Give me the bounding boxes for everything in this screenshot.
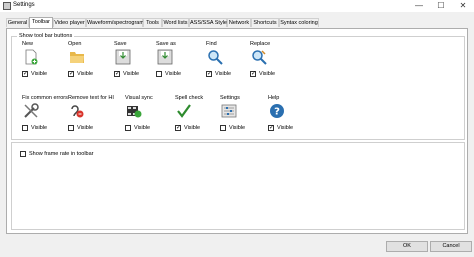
visual-sync-icon xyxy=(127,106,142,118)
checkbox-label: Visible xyxy=(77,125,94,131)
tab-tools[interactable]: Tools xyxy=(143,18,162,27)
minimize-button[interactable]: — xyxy=(408,0,430,12)
tool-label: Fix common errors xyxy=(22,95,68,101)
checkbox-label: Visible xyxy=(229,125,246,131)
tab-ass-ssa-style[interactable]: ASS/SSA Style xyxy=(189,18,227,27)
tab-shortcuts[interactable]: Shortcuts xyxy=(251,18,279,27)
checkbox-label: Visible xyxy=(277,125,294,131)
toolbar-buttons-group: Show tool bar buttons New ✓ Visible Open… xyxy=(11,33,465,140)
tool-label: Help xyxy=(268,95,280,101)
checkbox-help-visible[interactable]: ✓ xyxy=(268,125,274,131)
help-icon: ? xyxy=(270,104,284,118)
tool-label: Replace xyxy=(250,41,271,47)
checkbox-label: Visible xyxy=(31,71,48,77)
checkbox-save-as-visible[interactable] xyxy=(156,71,162,77)
group-title: Show tool bar buttons xyxy=(17,33,75,39)
checkbox-label: Visible xyxy=(165,71,182,77)
frame-rate-label: Show frame rate in toolbar xyxy=(29,151,94,157)
checkbox-open-visible[interactable]: ✓ xyxy=(68,71,74,77)
tool-remove-text-for-hi: Remove text for HI Visible xyxy=(68,95,128,135)
tool-label: Open xyxy=(68,41,82,47)
maximize-button[interactable]: ☐ xyxy=(430,0,452,12)
checkbox-label: Visible xyxy=(134,125,151,131)
tab-general[interactable]: General xyxy=(6,18,29,27)
ok-button[interactable]: OK xyxy=(386,241,428,252)
checkbox-save-visible[interactable]: ✓ xyxy=(114,71,120,77)
checkbox-find-visible[interactable]: ✓ xyxy=(206,71,212,77)
tab-video-player[interactable]: Video player xyxy=(53,18,86,27)
settings-icon xyxy=(221,104,237,118)
checkbox-spell-check-visible[interactable]: ✓ xyxy=(175,125,181,131)
close-button[interactable]: ✕ xyxy=(452,0,474,12)
tool-label: Save as xyxy=(156,41,176,47)
checkbox-label: Visible xyxy=(77,71,94,77)
tab-strip: General Toolbar Video player Waveform/sp… xyxy=(6,17,468,28)
tool-label: Save xyxy=(114,41,127,47)
tool-label: New xyxy=(22,41,34,47)
window-title: Settings xyxy=(13,2,35,8)
tab-waveform[interactable]: Waveform/spectrogram xyxy=(86,18,144,27)
checkbox-replace-visible[interactable]: ✓ xyxy=(250,71,256,77)
tool-label: Settings xyxy=(220,95,240,101)
tool-label: Spell check xyxy=(175,95,204,101)
tool-label: Remove text for HI xyxy=(68,95,114,101)
remove-hi-icon xyxy=(71,105,84,118)
tool-help: Help ? ✓ Visible xyxy=(268,95,328,135)
tool-replace: Replace ✓ Visible xyxy=(250,41,310,81)
app-icon xyxy=(3,2,11,10)
save-as-icon xyxy=(157,49,173,65)
new-icon xyxy=(25,49,38,65)
svg-text:?: ? xyxy=(274,107,280,118)
checkbox-label: Visible xyxy=(215,71,232,77)
spell-check-icon xyxy=(177,104,191,118)
checkbox-frame-rate[interactable] xyxy=(20,151,26,157)
frame-rate-group: Show frame rate in toolbar xyxy=(11,142,465,230)
checkbox-fix-errors-visible[interactable] xyxy=(22,125,28,131)
find-icon xyxy=(208,50,223,65)
tab-syntax-coloring[interactable]: Syntax coloring xyxy=(279,18,319,27)
save-icon xyxy=(115,49,131,65)
checkbox-label: Visible xyxy=(123,71,140,77)
replace-icon xyxy=(252,50,267,65)
checkbox-label: Visible xyxy=(259,71,276,77)
tab-toolbar[interactable]: Toolbar xyxy=(29,17,53,28)
tab-network[interactable]: Network xyxy=(227,18,251,27)
checkbox-new-visible[interactable]: ✓ xyxy=(22,71,28,77)
fix-errors-icon xyxy=(24,103,39,118)
tool-label: Find xyxy=(206,41,217,47)
checkbox-label: Visible xyxy=(184,125,201,131)
tool-label: Visual sync xyxy=(125,95,153,101)
checkbox-remove-hi-visible[interactable] xyxy=(68,125,74,131)
checkbox-visual-sync-visible[interactable] xyxy=(125,125,131,131)
tab-word-lists[interactable]: Word lists xyxy=(162,18,189,27)
tab-panel: Show tool bar buttons New ✓ Visible Open… xyxy=(6,28,468,234)
title-bar: Settings — ☐ ✕ xyxy=(0,0,474,12)
checkbox-settings-visible[interactable] xyxy=(220,125,226,131)
checkbox-label: Visible xyxy=(31,125,48,131)
folder-open-icon xyxy=(70,52,84,63)
cancel-button[interactable]: Cancel xyxy=(430,241,472,252)
